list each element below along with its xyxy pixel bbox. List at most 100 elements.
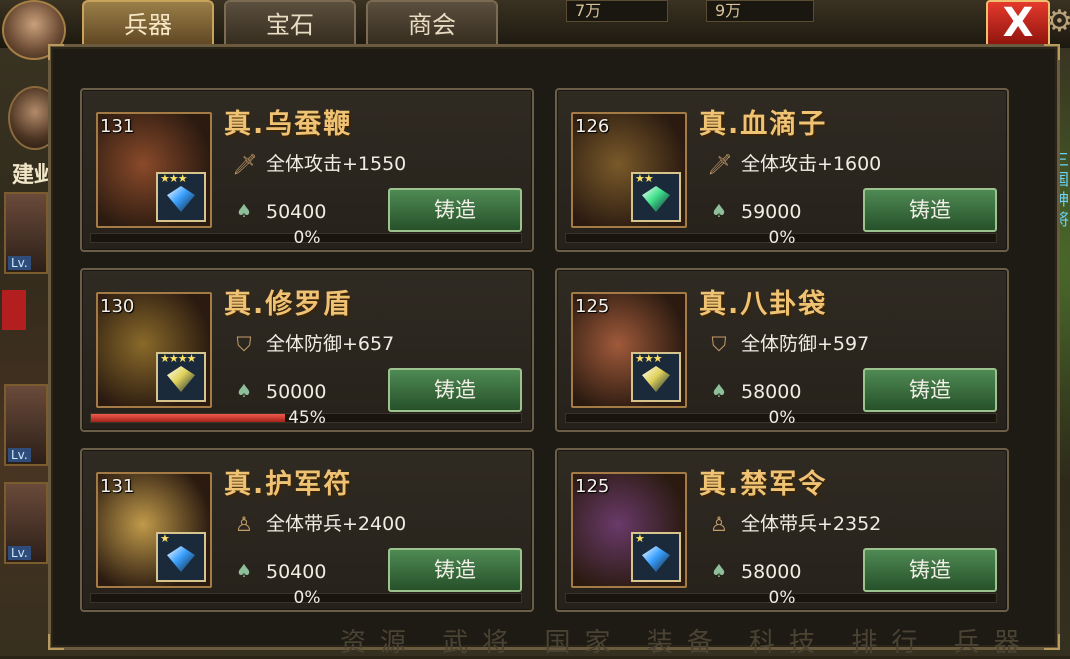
progress-label: 0% [768, 228, 796, 248]
forge-button[interactable]: 铸造 [388, 188, 522, 232]
progress-label: 45% [288, 408, 326, 428]
tab-guild[interactable]: 商会 [366, 0, 498, 48]
main-general-tag [2, 290, 26, 330]
level-badge: Lv. [8, 448, 31, 462]
progress-label: 0% [293, 228, 321, 248]
gem-stars: ★★★★ [160, 352, 196, 365]
gem-icon [642, 186, 670, 212]
gem-slot[interactable]: ★ [631, 532, 681, 582]
item-stat: 全体攻击+1600 [741, 153, 882, 175]
gem-stars: ★★★ [160, 172, 188, 185]
gem-icon [167, 546, 195, 572]
troop-icon: ♙ [710, 512, 728, 536]
gem-stars: ★★ [635, 172, 654, 185]
equipment-card: 126 ★★ 真.血滴子 🗡 全体攻击+1600 ♠ 59000 铸造 0% [555, 88, 1009, 252]
item-thumbnail[interactable]: 125 ★★★ [571, 292, 687, 408]
silver-icon: ♠ [235, 561, 253, 582]
gem-slot[interactable]: ★★★★ [156, 352, 206, 402]
sword-icon: 🗡 [232, 152, 258, 176]
close-button[interactable]: X [986, 0, 1050, 48]
gem-icon [642, 546, 670, 572]
silver-icon: ♠ [710, 561, 728, 582]
item-name: 真.血滴子 [699, 109, 828, 140]
item-thumbnail[interactable]: 131 ★★★ [96, 112, 212, 228]
item-name: 真.八卦袋 [699, 289, 828, 320]
item-level: 130 [100, 296, 135, 317]
equipment-card: 130 ★★★★ 真.修罗盾 ⛉ 全体防御+657 ♠ 50000 铸造 45% [80, 268, 534, 432]
level-badge: Lv. [8, 546, 31, 560]
gem-stars: ★ [160, 532, 170, 545]
item-level: 126 [575, 116, 610, 137]
resource-chip-1: 7万 [566, 0, 668, 22]
general-card[interactable]: Lv. [4, 192, 48, 274]
frame-corner [48, 44, 64, 60]
item-thumbnail[interactable]: 131 ★ [96, 472, 212, 588]
gem-icon [642, 366, 670, 392]
forge-button[interactable]: 铸造 [388, 368, 522, 412]
shield-icon: ⛉ [711, 332, 727, 356]
forge-cost: 58000 [741, 381, 802, 403]
forge-cost: 50400 [266, 201, 327, 223]
silver-icon: ♠ [235, 201, 253, 222]
gem-stars: ★★★ [635, 352, 663, 365]
equipment-card: 131 ★ 真.护军符 ♙ 全体带兵+2400 ♠ 50400 铸造 0% [80, 448, 534, 612]
close-icon: X [1002, 0, 1034, 46]
forge-cost: 58000 [741, 561, 802, 583]
forge-button[interactable]: 铸造 [863, 368, 997, 412]
gem-slot[interactable]: ★★ [631, 172, 681, 222]
forge-button[interactable]: 铸造 [863, 548, 997, 592]
item-level: 125 [575, 296, 610, 317]
bottom-nav: 资源 武将 国家 装备 科技 排行 兵器 [340, 628, 1034, 658]
progress-label: 0% [768, 408, 796, 428]
shield-icon: ⛉ [236, 332, 252, 356]
general-card[interactable]: Lv. [4, 384, 48, 466]
silver-icon: ♠ [235, 381, 253, 402]
resource-chip-2: 9万 [706, 0, 814, 22]
item-stat: 全体防御+597 [741, 333, 870, 355]
item-thumbnail[interactable]: 130 ★★★★ [96, 292, 212, 408]
gem-slot[interactable]: ★ [156, 532, 206, 582]
equipment-card: 131 ★★★ 真.乌蚕鞭 🗡 全体攻击+1550 ♠ 50400 铸造 0% [80, 88, 534, 252]
equipment-card: 125 ★★★ 真.八卦袋 ⛉ 全体防御+597 ♠ 58000 铸造 0% [555, 268, 1009, 432]
item-level: 131 [100, 116, 135, 137]
item-name: 真.护军符 [224, 469, 353, 500]
gear-icon[interactable]: ⚙ [1046, 4, 1070, 40]
silver-icon: ♠ [710, 201, 728, 222]
item-name: 真.乌蚕鞭 [224, 109, 353, 140]
item-level: 125 [575, 476, 610, 497]
tab-gems[interactable]: 宝石 [224, 0, 356, 48]
forge-cost: 59000 [741, 201, 802, 223]
sword-icon: 🗡 [707, 152, 733, 176]
tab-weapons[interactable]: 兵器 [82, 0, 214, 48]
item-stat: 全体带兵+2352 [741, 513, 882, 535]
gem-icon [167, 366, 195, 392]
level-badge: Lv. [8, 256, 31, 270]
forge-cost: 50400 [266, 561, 327, 583]
forge-cost: 50000 [266, 381, 327, 403]
progress-label: 0% [293, 588, 321, 608]
frame-corner [1044, 634, 1060, 650]
resource-value: 9万 [715, 1, 742, 20]
equipment-card: 125 ★ 真.禁军令 ♙ 全体带兵+2352 ♠ 58000 铸造 0% [555, 448, 1009, 612]
item-level: 131 [100, 476, 135, 497]
gem-slot[interactable]: ★★★ [156, 172, 206, 222]
item-stat: 全体防御+657 [266, 333, 395, 355]
gem-icon [167, 186, 195, 212]
forge-button[interactable]: 铸造 [388, 548, 522, 592]
progress-label: 0% [768, 588, 796, 608]
forge-button[interactable]: 铸造 [863, 188, 997, 232]
item-thumbnail[interactable]: 125 ★ [571, 472, 687, 588]
item-name: 真.禁军令 [699, 469, 828, 500]
resource-value: 7万 [575, 1, 602, 20]
gem-stars: ★ [635, 532, 645, 545]
item-stat: 全体攻击+1550 [266, 153, 407, 175]
frame-corner [48, 634, 64, 650]
frame-corner [1044, 44, 1060, 60]
item-thumbnail[interactable]: 126 ★★ [571, 112, 687, 228]
troop-icon: ♙ [235, 512, 253, 536]
general-card[interactable]: Lv. [4, 482, 48, 564]
silver-icon: ♠ [710, 381, 728, 402]
gem-slot[interactable]: ★★★ [631, 352, 681, 402]
item-name: 真.修罗盾 [224, 289, 353, 320]
item-stat: 全体带兵+2400 [266, 513, 407, 535]
